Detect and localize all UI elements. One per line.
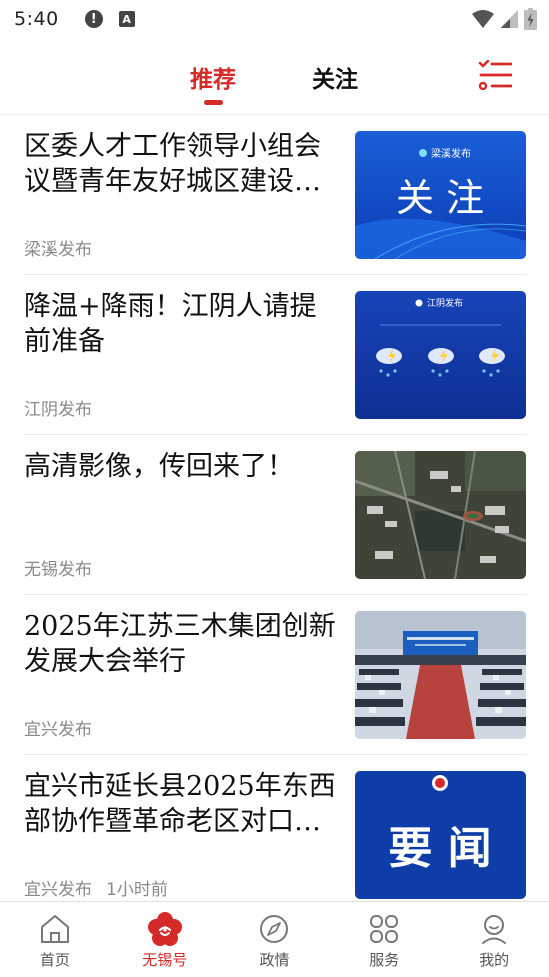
compass-icon	[260, 915, 289, 943]
news-source-name: 江阴发布	[24, 400, 92, 420]
news-item[interactable]: 2025年江苏三木集团创新发展大会举行 宜兴发布	[23, 595, 526, 755]
news-item[interactable]: 降温+降雨！江阴人请提前准备 江阴发布 江阴发布	[23, 275, 526, 435]
news-source-name: 宜兴发布	[24, 720, 92, 740]
battery-icon	[524, 8, 537, 30]
signal-icon	[500, 10, 518, 28]
tab-recommend[interactable]: 推荐	[190, 60, 236, 94]
home-icon	[40, 915, 69, 943]
wifi-icon	[472, 10, 494, 28]
alert-icon: !	[84, 10, 103, 28]
news-thumbnail	[355, 611, 526, 739]
news-title: 宜兴市延长县2025年东西部协作暨革命老区对口…	[24, 771, 336, 837]
news-source-name: 梁溪发布	[24, 240, 92, 260]
nav-politics[interactable]: 政情	[220, 902, 330, 977]
status-time: 5:40	[14, 8, 59, 30]
nav-home[interactable]: 首页	[0, 902, 110, 977]
news-source: 梁溪发布	[24, 235, 92, 260]
news-thumbnail	[355, 451, 526, 579]
news-time: 1小时前	[106, 880, 168, 900]
news-source: 江阴发布	[24, 395, 92, 420]
tab-follow[interactable]: 关注	[312, 60, 358, 94]
bottom-nav: 首页 无锡号 政情 服务 我的	[0, 901, 549, 977]
news-thumbnail: 梁溪发布 关 注	[355, 131, 526, 259]
news-item[interactable]: 高清影像，传回来了！ 无锡发布	[23, 435, 526, 595]
nav-services[interactable]: 服务	[329, 902, 439, 977]
news-source: 宜兴发布 1小时前	[24, 875, 168, 900]
news-source-name: 无锡发布	[24, 560, 92, 580]
news-title: 区委人才工作领导小组会议暨青年友好城区建设…	[24, 131, 321, 197]
channel-menu-icon[interactable]	[478, 60, 512, 90]
thumb-main-text: 关 注	[396, 176, 484, 220]
news-thumbnail: 江阴发布	[355, 291, 526, 419]
nav-mine[interactable]: 我的	[439, 902, 549, 977]
nav-wuxihao[interactable]: 无锡号	[110, 902, 220, 977]
nav-home-label: 首页	[39, 951, 70, 969]
nav-mine-label: 我的	[479, 951, 510, 969]
nav-services-label: 服务	[369, 951, 400, 969]
profile-icon	[482, 915, 507, 944]
top-tab-bar: 推荐 关注	[0, 38, 549, 115]
active-tab-indicator	[204, 100, 223, 105]
news-thumbnail: 要 闻	[355, 771, 526, 899]
news-source-name: 宜兴发布	[24, 880, 92, 900]
news-title: 2025年江苏三木集团创新发展大会举行	[24, 611, 336, 677]
status-bar: 5:40 ! A	[0, 0, 549, 38]
thumb-main-text: 要 闻	[388, 823, 491, 874]
nav-politics-label: 政情	[259, 951, 290, 969]
news-title: 高清影像，传回来了！	[24, 451, 294, 482]
thumb-brand-text: 江阴发布	[427, 297, 463, 309]
news-feed: 区委人才工作领导小组会议暨青年友好城区建设… 梁溪发布 梁溪发布 关 注 降温+…	[0, 115, 549, 915]
news-item[interactable]: 区委人才工作领导小组会议暨青年友好城区建设… 梁溪发布 梁溪发布 关 注	[23, 115, 526, 275]
news-item[interactable]: 宜兴市延长县2025年东西部协作暨革命老区对口… 宜兴发布 1小时前 要 闻	[23, 755, 526, 915]
services-grid-icon	[370, 915, 399, 943]
status-icons	[472, 8, 537, 30]
news-title: 降温+降雨！江阴人请提前准备	[24, 291, 317, 357]
nav-wuxihao-label: 无锡号	[142, 951, 188, 969]
news-source: 宜兴发布	[24, 715, 92, 740]
notification-a-icon: A	[118, 11, 135, 27]
thumb-brand-text: 梁溪发布	[431, 147, 471, 160]
plum-blossom-icon	[147, 912, 182, 946]
news-source: 无锡发布	[24, 555, 92, 580]
